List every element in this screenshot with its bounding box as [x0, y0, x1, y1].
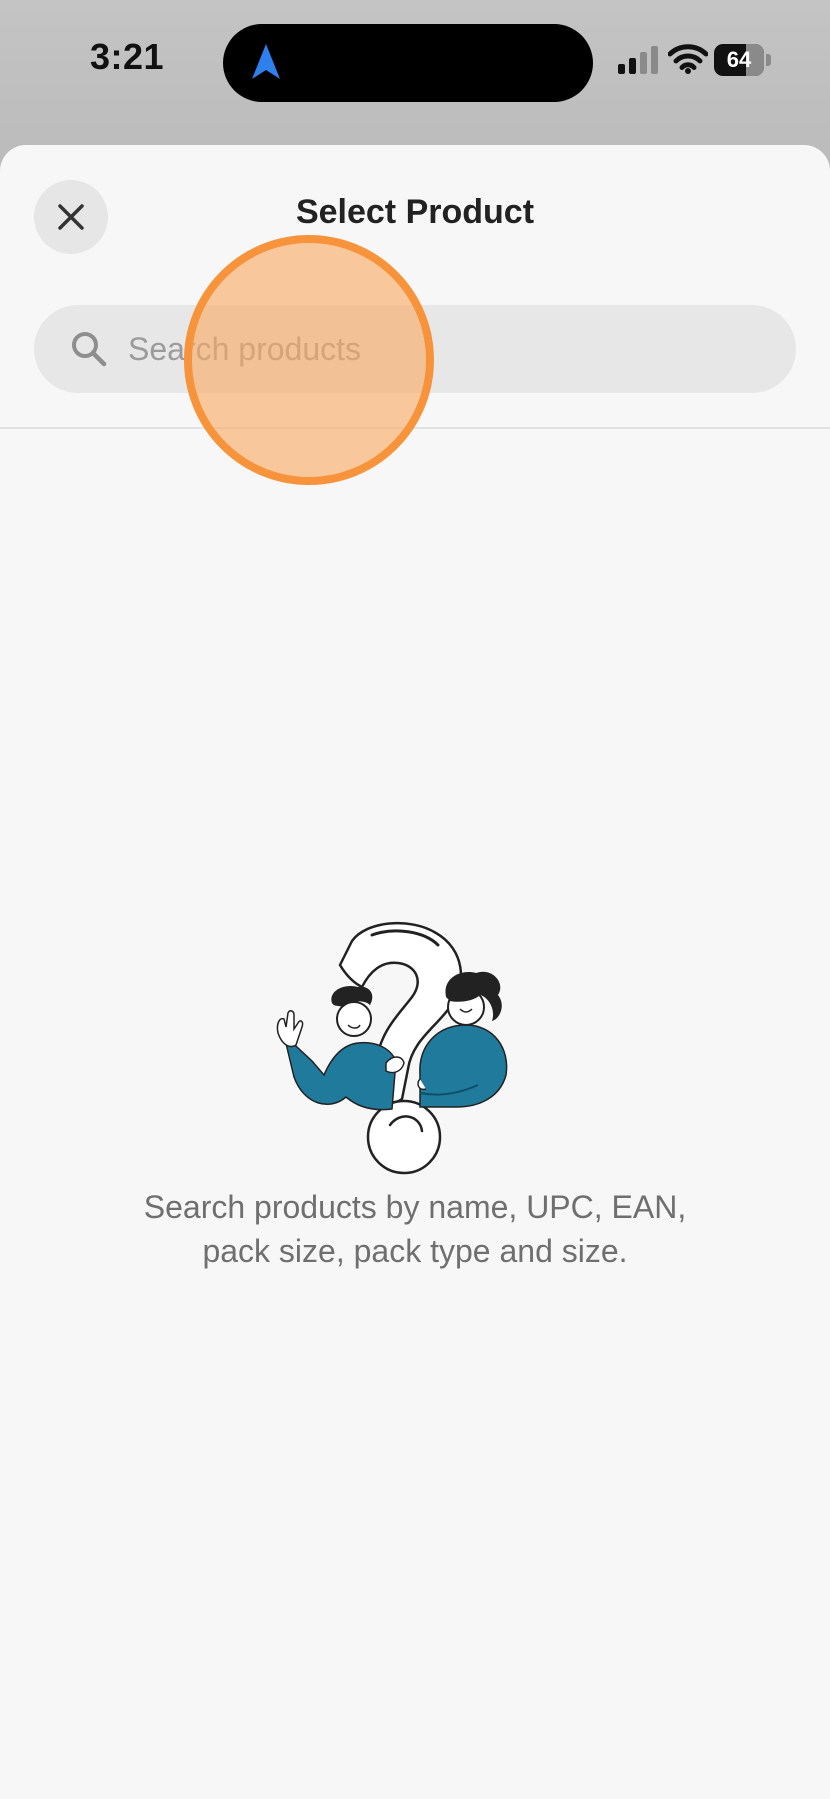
battery-body: 64 — [714, 44, 764, 76]
status-time: 3:21 — [90, 36, 165, 77]
header-divider — [0, 427, 830, 429]
empty-state-line-2: pack size, pack type and size. — [202, 1233, 628, 1269]
search-icon — [72, 332, 107, 367]
battery-icon: 64 — [714, 44, 772, 76]
dynamic-island — [223, 24, 593, 102]
wifi-icon — [668, 44, 708, 74]
people-question-mark-illustration — [276, 921, 508, 1175]
select-product-sheet: Select Product Search products Search pr… — [0, 145, 830, 1799]
close-icon — [58, 204, 84, 230]
search-input[interactable] — [128, 305, 768, 393]
close-button[interactable] — [34, 180, 108, 254]
location-arrow-icon — [252, 44, 280, 79]
battery-level-text: 64 — [726, 47, 752, 72]
signal-icon — [618, 46, 658, 74]
screen: 3:21 64 Select Product Search products S… — [0, 0, 830, 1799]
empty-state-message: Search products by name, UPC, EAN, pack … — [115, 1185, 715, 1273]
page-title: Select Product — [295, 193, 535, 231]
search-bar[interactable] — [34, 305, 796, 393]
empty-state-line-1: Search products by name, UPC, EAN, — [143, 1189, 687, 1225]
status-bar: 3:21 64 — [0, 0, 830, 130]
battery-cap — [766, 54, 771, 66]
